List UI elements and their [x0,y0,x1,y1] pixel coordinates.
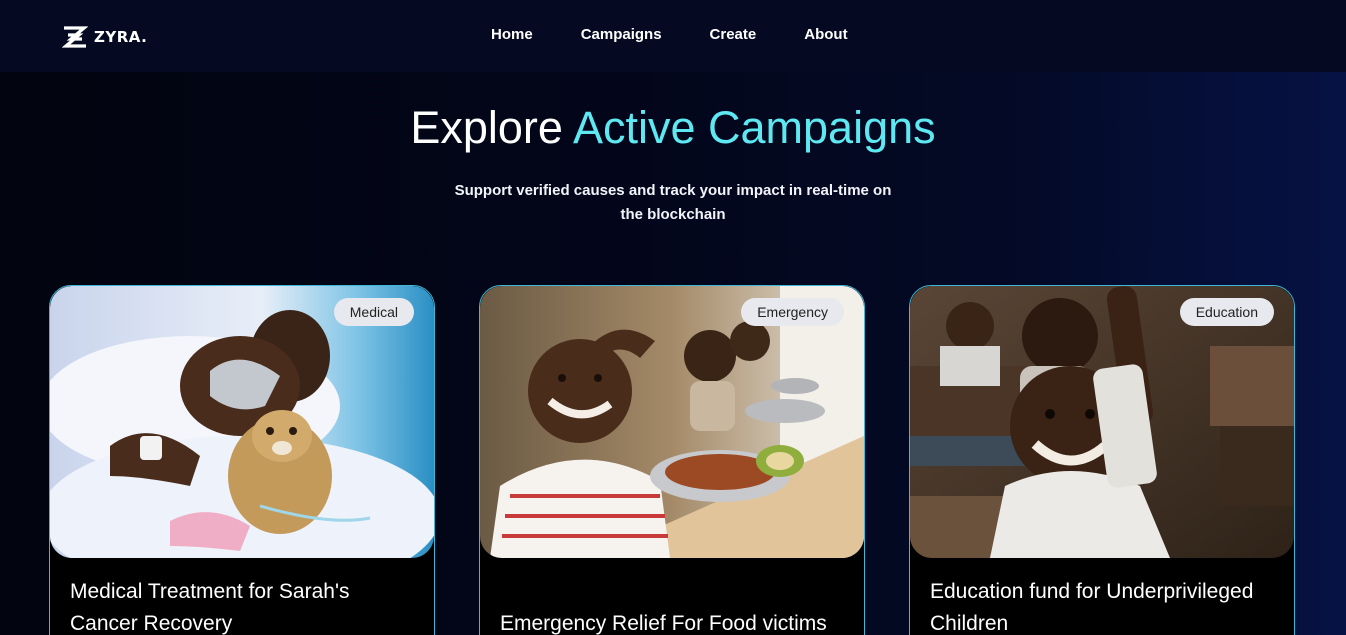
children-eating-photo [480,286,864,558]
campaign-card-emergency[interactable]: Emergency Emergency Relief For Food vict… [479,285,865,635]
campaign-title[interactable]: Education fund for Underprivileged Child… [930,576,1280,635]
page-title: Explore Active Campaigns [0,102,1346,154]
page-title-accent: Active Campaigns [572,102,936,153]
campaign-title[interactable]: Emergency Relief For Food victims [500,608,850,635]
nav-about[interactable]: About [804,26,847,43]
brand-name: ZYRA. [94,28,148,46]
hospital-child-photo [50,286,434,558]
campaign-card-medical[interactable]: Medical Medical Treatment for Sarah's Ca… [49,285,435,635]
top-navbar: ZYRA. Home Campaigns Create About [0,0,1346,72]
page-subtitle: Support verified causes and track your i… [454,182,892,223]
campaign-card-education[interactable]: Education Education fund for Underprivil… [909,285,1295,635]
classroom-children-photo [910,286,1294,558]
nav-campaigns[interactable]: Campaigns [581,26,662,43]
category-badge: Education [1179,298,1274,326]
category-badge: Emergency [741,298,844,326]
nav-create[interactable]: Create [710,26,757,43]
brand-logo[interactable]: ZYRA. [62,26,147,48]
campaign-image [910,286,1294,558]
campaign-title[interactable]: Medical Treatment for Sarah's Cancer Rec… [70,576,420,635]
page-title-plain: Explore [410,102,573,153]
nav-home[interactable]: Home [491,26,533,43]
main-nav: Home Campaigns Create About [491,26,896,43]
category-badge: Medical [333,298,414,326]
campaign-image [480,286,864,558]
campaign-image [50,286,434,558]
zyra-logo-icon [62,26,88,48]
